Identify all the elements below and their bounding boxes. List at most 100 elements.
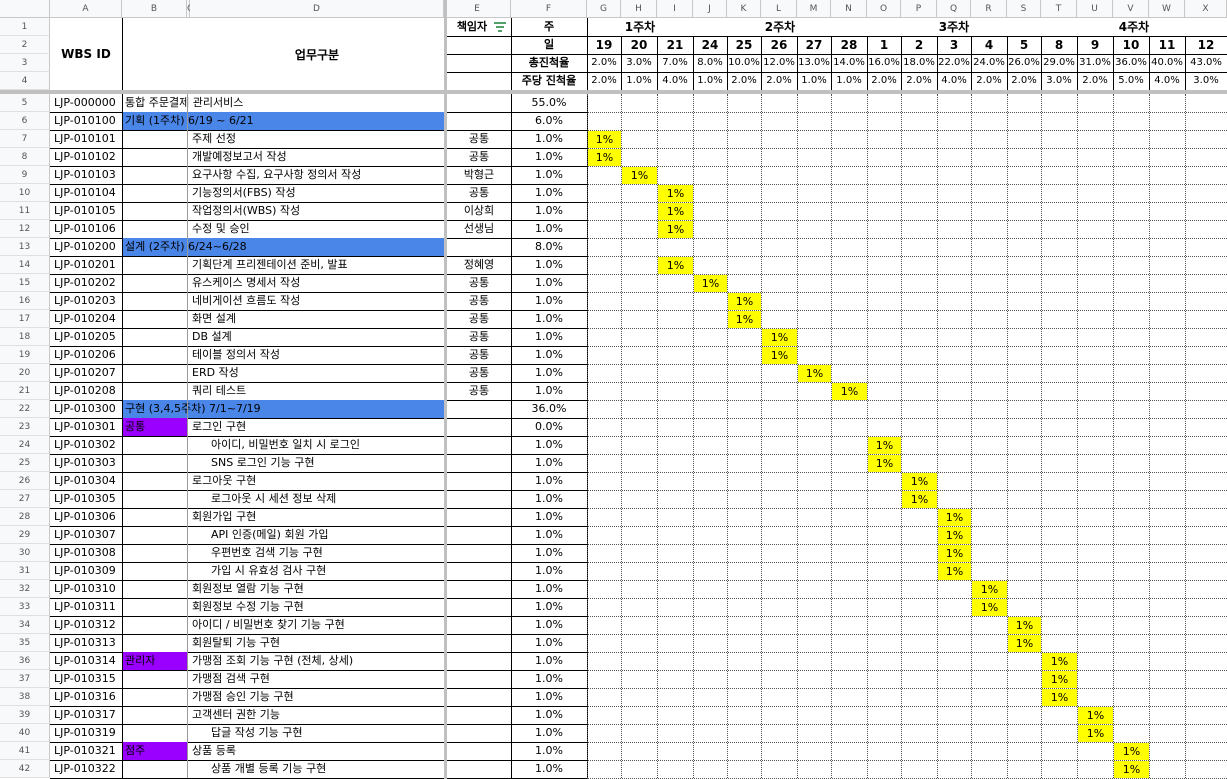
gantt-bar[interactable]: 1% <box>622 167 657 184</box>
task-cell[interactable]: 회원정보 수정 기능 구현 <box>190 598 444 616</box>
row-header[interactable]: 19 <box>0 346 50 364</box>
wbs-id-cell[interactable]: LJP-010302 <box>52 436 122 454</box>
task-cell[interactable]: 고객센터 권한 기능 <box>190 706 444 724</box>
progress-cell[interactable]: 1.0% <box>511 526 587 544</box>
owner-cell[interactable]: 공통 <box>447 292 511 310</box>
wbs-id-cell[interactable]: LJP-010202 <box>52 274 122 292</box>
gantt-bar[interactable]: 1% <box>728 293 761 310</box>
owner-cell[interactable]: 박형근 <box>447 166 511 184</box>
gantt-bar[interactable]: 1% <box>972 599 1007 616</box>
wbs-id-cell[interactable]: LJP-010201 <box>52 256 122 274</box>
task-cell[interactable]: DB 설계 <box>190 328 444 346</box>
progress-cell[interactable]: 1.0% <box>511 454 587 472</box>
wbs-id-cell[interactable]: LJP-010203 <box>52 292 122 310</box>
progress-cell[interactable]: 1.0% <box>511 220 587 238</box>
task-cell[interactable]: 수정 및 승인 <box>190 220 444 238</box>
progress-cell[interactable]: 1.0% <box>511 472 587 490</box>
progress-cell[interactable]: 55.0% <box>511 94 587 112</box>
task-cell[interactable]: 기획단계 프리젠테이션 준비, 발표 <box>190 256 444 274</box>
gantt-bar[interactable]: 1% <box>902 473 937 490</box>
wbs-id-cell[interactable]: LJP-010102 <box>52 148 122 166</box>
progress-cell[interactable]: 1.0% <box>511 742 587 760</box>
wbs-id-cell[interactable]: LJP-010321 <box>52 742 122 760</box>
progress-cell[interactable]: 1.0% <box>511 166 587 184</box>
row-header[interactable]: 9 <box>0 166 50 184</box>
task-cell[interactable]: 회원가입 구현 <box>190 508 444 526</box>
task-cell[interactable]: SNS 로그인 기능 구현 <box>209 454 444 472</box>
row-header[interactable]: 27 <box>0 490 50 508</box>
task-cell[interactable]: 회원정보 열람 기능 구현 <box>190 580 444 598</box>
progress-cell[interactable]: 1.0% <box>511 490 587 508</box>
column-header[interactable]: H <box>621 0 657 18</box>
column-header[interactable]: U <box>1077 0 1113 18</box>
progress-cell[interactable]: 1.0% <box>511 616 587 634</box>
row-header[interactable]: 24 <box>0 436 50 454</box>
wbs-id-cell[interactable]: LJP-010106 <box>52 220 122 238</box>
task-cell[interactable]: 작업정의서(WBS) 작성 <box>190 202 444 220</box>
gantt-bar[interactable]: 1% <box>1008 617 1041 634</box>
progress-cell[interactable]: 1.0% <box>511 346 587 364</box>
owner-cell[interactable]: 공통 <box>447 130 511 148</box>
owner-cell[interactable]: 공통 <box>447 346 511 364</box>
wbs-id-cell[interactable]: LJP-010301 <box>52 418 122 436</box>
column-header[interactable]: V <box>1113 0 1149 18</box>
row-header[interactable]: 20 <box>0 364 50 382</box>
owner-cell[interactable]: 정혜영 <box>447 256 511 274</box>
column-header[interactable]: F <box>511 0 587 18</box>
progress-cell[interactable]: 1.0% <box>511 130 587 148</box>
column-header[interactable]: T <box>1041 0 1077 18</box>
progress-cell[interactable]: 1.0% <box>511 184 587 202</box>
wbs-id-cell[interactable]: LJP-010100 <box>52 112 122 130</box>
task-cell[interactable]: 아이디 / 비밀번호 찾기 기능 구현 <box>190 616 444 634</box>
progress-cell[interactable]: 1.0% <box>511 562 587 580</box>
gantt-bar[interactable]: 1% <box>868 437 901 454</box>
row-header[interactable]: 39 <box>0 706 50 724</box>
owner-cell[interactable]: 공통 <box>447 328 511 346</box>
task-cell[interactable]: 상품 등록 <box>190 742 444 760</box>
gantt-bar[interactable]: 1% <box>938 509 971 526</box>
progress-cell[interactable]: 1.0% <box>511 202 587 220</box>
gantt-bar[interactable]: 1% <box>832 383 867 400</box>
progress-cell[interactable]: 1.0% <box>511 652 587 670</box>
owner-cell[interactable]: 공통 <box>447 184 511 202</box>
progress-cell[interactable]: 1.0% <box>511 760 587 778</box>
task-cell[interactable]: ERD 작성 <box>190 364 444 382</box>
progress-cell[interactable]: 1.0% <box>511 274 587 292</box>
wbs-id-cell[interactable]: LJP-010313 <box>52 634 122 652</box>
spreadsheet-grid[interactable]: ABCDEFGHIJKLMNOPQRSTUVWX1234WBS ID업무구분책임… <box>0 0 1227 779</box>
task-cell[interactable]: 가맹점 검색 구현 <box>190 670 444 688</box>
wbs-id-cell[interactable]: LJP-010314 <box>52 652 122 670</box>
gantt-bar[interactable]: 1% <box>1078 707 1113 724</box>
owner-cell[interactable]: 선생님 <box>447 220 511 238</box>
column-header[interactable]: B <box>122 0 187 18</box>
row-header[interactable]: 2 <box>0 36 50 54</box>
owner-cell[interactable]: 공통 <box>447 382 511 400</box>
task-cell[interactable]: 답글 작성 기능 구현 <box>209 724 444 742</box>
task-cell[interactable]: 아이디, 비밀번호 일치 시 로그인 <box>209 436 444 454</box>
row-header[interactable]: 1 <box>0 18 50 36</box>
column-header[interactable]: P <box>901 0 937 18</box>
row-header[interactable]: 3 <box>0 54 50 72</box>
column-header[interactable]: K <box>727 0 761 18</box>
wbs-id-cell[interactable]: LJP-010101 <box>52 130 122 148</box>
column-header[interactable]: A <box>50 0 122 18</box>
wbs-id-cell[interactable]: LJP-010306 <box>52 508 122 526</box>
row-header[interactable]: 35 <box>0 634 50 652</box>
row-header[interactable]: 34 <box>0 616 50 634</box>
progress-cell[interactable]: 1.0% <box>511 436 587 454</box>
wbs-id-cell[interactable]: LJP-010315 <box>52 670 122 688</box>
progress-cell[interactable]: 1.0% <box>511 148 587 166</box>
gantt-bar[interactable]: 1% <box>694 275 727 292</box>
row-header[interactable]: 38 <box>0 688 50 706</box>
row-header[interactable]: 11 <box>0 202 50 220</box>
gantt-bar[interactable]: 1% <box>972 581 1007 598</box>
column-header[interactable]: R <box>971 0 1007 18</box>
column-header[interactable]: J <box>693 0 727 18</box>
row-header[interactable]: 26 <box>0 472 50 490</box>
wbs-id-cell[interactable]: LJP-010310 <box>52 580 122 598</box>
row-header[interactable]: 14 <box>0 256 50 274</box>
column-header[interactable]: Q <box>937 0 971 18</box>
wbs-id-cell[interactable]: LJP-010311 <box>52 598 122 616</box>
task-cell[interactable]: 로그인 구현 <box>190 418 444 436</box>
wbs-id-cell[interactable]: LJP-010307 <box>52 526 122 544</box>
